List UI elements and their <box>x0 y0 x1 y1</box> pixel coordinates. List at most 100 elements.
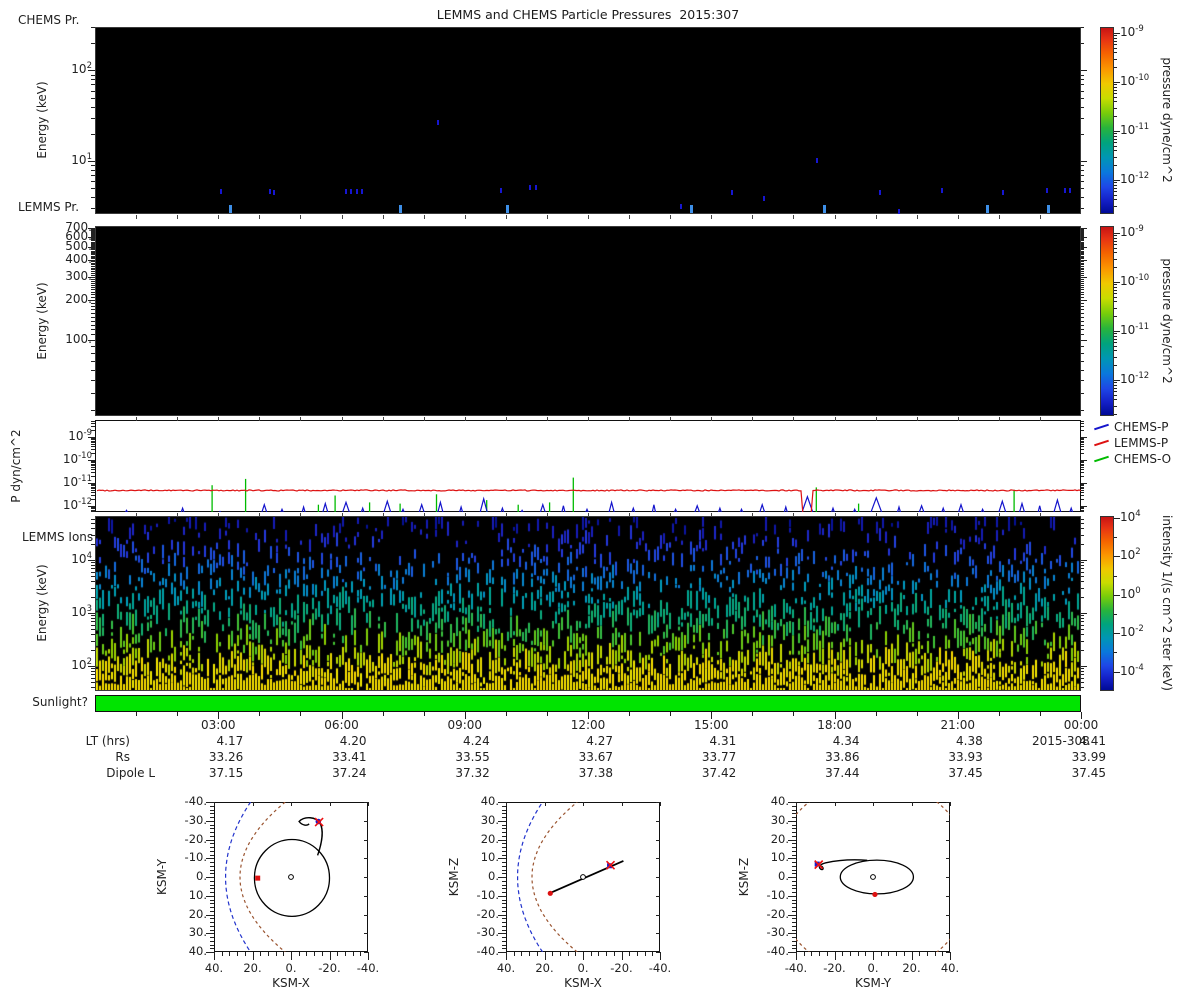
axis-tick <box>210 817 214 818</box>
axis-tick <box>1081 188 1084 190</box>
axis-tick <box>1081 231 1084 233</box>
axis-tick <box>210 854 214 856</box>
axis-tick <box>916 712 918 716</box>
axis-tick <box>1114 292 1117 294</box>
p3-ytick-label: 10-10 <box>62 451 92 466</box>
axis-tick <box>177 712 179 716</box>
spectrogram-dot <box>822 205 826 213</box>
axis-tick <box>502 835 506 837</box>
chems-o-swatch <box>1094 455 1109 463</box>
axis-tick <box>1081 244 1084 246</box>
axis-tick <box>875 215 877 219</box>
axis-tick <box>91 677 95 679</box>
axis-tick <box>1081 392 1084 394</box>
orbit-ytick-label: 20. <box>770 831 789 846</box>
p2-ytick-label: 100. <box>65 332 92 346</box>
axis-tick <box>588 215 589 219</box>
axis-tick <box>1114 96 1117 98</box>
page-title: LEMMS and CHEMS Particle Pressures 2015:… <box>436 7 740 22</box>
exponent: 2 <box>1135 547 1141 558</box>
axis-tick <box>1114 301 1117 303</box>
axis-tick <box>210 944 214 946</box>
axis-tick <box>1114 537 1117 539</box>
axis-tick <box>244 952 246 956</box>
exponent: -10 <box>78 451 92 461</box>
axis-tick <box>1081 329 1084 331</box>
axis-tick <box>1081 634 1084 636</box>
spectrogram-dot <box>534 185 537 191</box>
axis-tick <box>218 215 220 219</box>
spectrogram-dot <box>398 205 402 213</box>
axis-tick <box>368 952 369 960</box>
axis-tick <box>91 624 95 626</box>
axis-tick <box>206 858 214 860</box>
axis-tick <box>1081 302 1084 304</box>
axis-tick <box>91 392 95 394</box>
axis-tick <box>300 513 302 517</box>
axis-tick <box>1081 74 1084 76</box>
orbit-xtick-label: 0. <box>867 961 879 975</box>
axis-tick <box>788 802 796 803</box>
axis-tick <box>364 877 368 878</box>
axis-tick <box>792 929 796 931</box>
axis-tick <box>210 925 214 927</box>
axis-tick <box>1081 674 1084 676</box>
axis-tick <box>91 284 95 286</box>
axis-tick <box>1081 571 1084 573</box>
axis-tick <box>502 903 506 905</box>
axis-tick <box>300 417 302 421</box>
p2-ytick-label: 300. <box>65 268 92 283</box>
axis-tick <box>544 952 546 960</box>
ephemeris-value: 4.24 <box>463 734 490 748</box>
axis-tick <box>842 952 844 956</box>
axis-tick <box>91 329 95 331</box>
axis-tick <box>1114 107 1117 109</box>
axis-tick <box>91 472 95 474</box>
legend-label: CHEMS-P <box>1114 420 1169 434</box>
axis-tick <box>91 650 95 652</box>
axis-tick <box>793 712 795 716</box>
axis-tick <box>788 839 796 841</box>
orbit-xtick-label: -40. <box>784 961 808 975</box>
axis-tick <box>1081 241 1084 243</box>
ephemeris-value: 4.27 <box>586 734 613 748</box>
cb3-tick-label: 104 <box>1120 509 1141 524</box>
axis-tick <box>502 937 506 938</box>
axis-tick <box>1114 316 1117 318</box>
axis-tick <box>1114 84 1117 86</box>
axis-tick <box>1081 133 1084 135</box>
axis-tick <box>792 828 796 830</box>
axis-tick <box>91 346 95 348</box>
cb1-tick-label: 10-12 <box>1120 171 1150 186</box>
axis-tick <box>629 417 631 421</box>
axis-tick <box>1114 333 1117 335</box>
spectrogram-dot <box>679 203 682 209</box>
axis-tick <box>1081 671 1084 673</box>
axis-tick <box>1081 426 1084 428</box>
axis-tick <box>91 449 95 451</box>
axis-tick <box>1081 233 1084 235</box>
axis-tick <box>1081 280 1084 282</box>
orbit-ytick-label: 10. <box>770 850 789 865</box>
panel4-ylabel: Energy (keV) <box>35 564 49 642</box>
axis-tick <box>1114 405 1117 407</box>
axis-tick <box>91 587 95 589</box>
axis-tick <box>1081 230 1084 232</box>
spectrogram-dot <box>500 188 503 194</box>
axis-tick <box>942 952 944 956</box>
cb3-tick-label: 100 <box>1120 585 1141 601</box>
panel4-label: LEMMS Ions <box>22 530 94 544</box>
axis-tick <box>1081 320 1084 322</box>
p1-ytick-label: 101 <box>71 152 92 168</box>
axis-tick <box>210 910 214 912</box>
axis-tick <box>1081 262 1084 264</box>
axis-tick <box>1081 312 1084 314</box>
axis-tick <box>911 802 913 806</box>
orbit-ytick-label: 20. <box>188 906 207 921</box>
p2-ytick-label: 500. <box>65 239 92 254</box>
orbit-xtick-label: 0. <box>285 961 297 975</box>
cb3-tick-label: 10-2 <box>1120 624 1144 640</box>
axis-tick <box>1081 289 1084 291</box>
axis-tick <box>136 215 138 219</box>
axis-tick <box>803 952 805 956</box>
